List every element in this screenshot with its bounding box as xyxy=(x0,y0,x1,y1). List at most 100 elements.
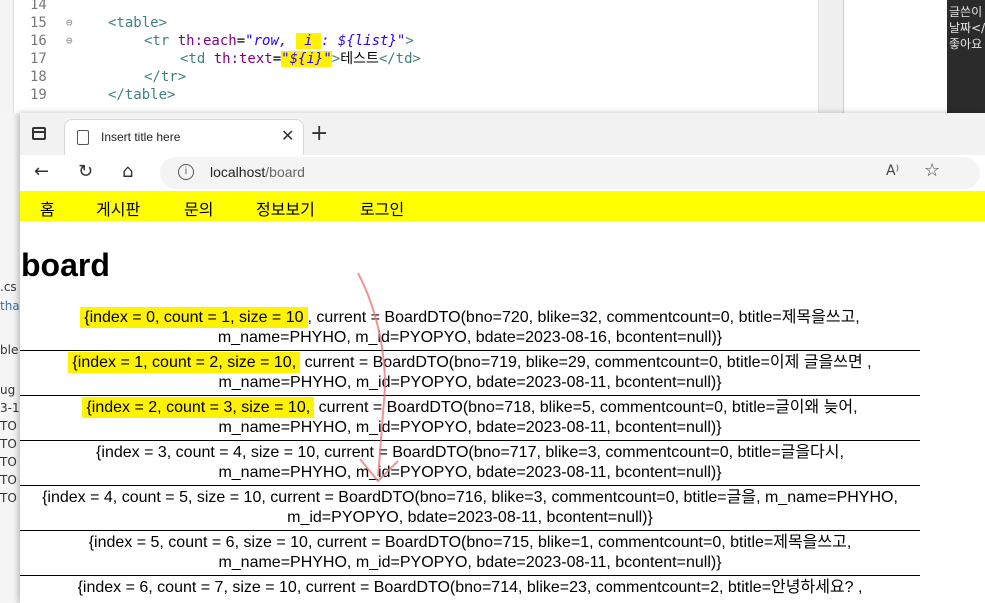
site-menu: 홈 게시판 문의 정보보기 로그인 xyxy=(20,191,985,221)
fold-icon[interactable]: ⊖ xyxy=(66,14,76,32)
list-item-text: current = BoardDTO(bno=719, blike=29, co… xyxy=(300,354,872,371)
list-item-line: m_name=PHYHO, m_id=PYOPYO, bdate=2023-08… xyxy=(218,419,722,436)
list-item: {index = 0, count = 1, size = 10, curren… xyxy=(20,306,920,351)
console-line: 좋아요 xyxy=(949,37,983,51)
close-tab-icon[interactable]: ✕ xyxy=(281,126,294,145)
console-line: 글쓴이 xyxy=(949,5,983,19)
reload-icon[interactable]: ↻ xyxy=(78,161,93,182)
explorer-fragment: ble xyxy=(0,343,19,357)
address-bar[interactable]: i localhost/board A⁾ ☆ xyxy=(160,157,980,189)
code-token: > xyxy=(405,33,414,49)
list-item-line: {index = 0, count = 1, size = 10, curren… xyxy=(20,307,920,328)
highlight-mark: {index = 0, count = 1, size = 10 xyxy=(80,307,308,328)
project-explorer-fragment: .cs tha ble ug 3-1 TO TO TO TO TO xyxy=(0,113,21,603)
workspaces-icon[interactable] xyxy=(32,127,46,140)
code-token: <td xyxy=(180,51,214,67)
code-token: = xyxy=(236,33,246,49)
board-list: {index = 0, count = 1, size = 10, curren… xyxy=(20,306,920,603)
nav-bar: ← ↻ ⌂ i localhost/board A⁾ ☆ xyxy=(20,155,985,191)
code-text: <tr th:each="row, i : ${list}"> xyxy=(144,32,414,50)
list-item: {index = 4, count = 5, size = 10, curren… xyxy=(20,486,920,531)
list-item-line: m_name=PHYHO, m_id=PYOPYO, bdate=2023-08… xyxy=(218,374,722,391)
menu-item-info[interactable]: 정보보기 xyxy=(256,196,315,220)
code-token: </table> xyxy=(108,87,176,103)
code-text: <table> xyxy=(108,14,167,32)
code-text: </tr> xyxy=(144,68,186,86)
explorer-fragment: .cs xyxy=(0,280,17,294)
list-item-text: {index = 4, count = 5, size = 10, curren… xyxy=(42,489,898,506)
list-item-text: current = BoardDTO(bno=718, blike=5, com… xyxy=(314,399,858,416)
line-number: 15 xyxy=(30,15,47,31)
editor-line: 15 ⊖ <table> xyxy=(0,14,843,32)
code-token: <table> xyxy=(108,15,168,31)
code-text: </table> xyxy=(108,86,175,104)
list-item-line: {index = 6, count = 7, size = 10, curren… xyxy=(20,578,920,598)
explorer-fragment: TO xyxy=(0,419,17,433)
code-token: th:each xyxy=(177,33,237,49)
list-item: {index = 5, count = 6, size = 10, curren… xyxy=(20,531,920,576)
url-path: /board xyxy=(265,164,305,180)
info-icon[interactable]: i xyxy=(178,164,194,180)
menu-item-login[interactable]: 로그인 xyxy=(360,196,404,220)
code-editor[interactable]: 14 15 ⊖ <table> 16 ⊖ <tr th:each="row, i : ${l… xyxy=(0,0,844,113)
explorer-fragment: TO xyxy=(0,491,17,505)
editor-scrollbar[interactable] xyxy=(818,0,843,113)
explorer-fragment: tha xyxy=(0,299,20,313)
new-tab-icon[interactable]: + xyxy=(310,121,328,146)
menu-item-inquiry[interactable]: 문의 xyxy=(184,196,213,220)
back-icon[interactable]: ← xyxy=(34,161,49,182)
highlight-mark: {index = 1, count = 2, size = 10, xyxy=(68,352,301,373)
list-item: {index = 3, count = 4, size = 10, curren… xyxy=(20,441,920,486)
list-item-text: {index = 5, count = 6, size = 10, curren… xyxy=(88,534,852,551)
home-icon[interactable]: ⌂ xyxy=(122,161,133,182)
list-item-text: {index = 6, count = 7, size = 10, curren… xyxy=(77,579,863,596)
fold-icon[interactable]: ⊖ xyxy=(66,32,76,50)
list-item: {index = 2, count = 3, size = 10, curren… xyxy=(20,396,920,441)
list-item-line: m_name=PHYHO, m_id=PYOPYO, bdate=2023-08… xyxy=(218,554,722,571)
list-item: {index = 6, count = 7, size = 10, curren… xyxy=(20,576,920,603)
page-icon xyxy=(77,130,89,145)
code-token: 테스트 xyxy=(340,51,379,67)
read-aloud-icon[interactable]: A⁾ xyxy=(886,163,899,179)
tab-active[interactable]: Insert title here ✕ xyxy=(64,119,304,155)
highlight-mark: {index = 2, count = 3, size = 10, xyxy=(82,397,315,418)
page-content: 홈 게시판 문의 정보보기 로그인 board {index = 0, coun… xyxy=(20,191,985,603)
line-number: 14 xyxy=(30,0,47,13)
code-token: </td> xyxy=(378,51,421,67)
page-title: board xyxy=(21,247,110,283)
code-token: th:text xyxy=(213,51,273,67)
list-item-line: {index = 1, count = 2, size = 10, curren… xyxy=(20,352,920,373)
code-token: > xyxy=(331,51,341,67)
editor-line: 18 </tr> xyxy=(0,68,843,86)
editor-line: 14 xyxy=(0,0,843,14)
code-token: <tr xyxy=(144,33,178,49)
code-text: <td th:text="${i}">테스트</td> xyxy=(180,50,421,68)
tab-title: Insert title here xyxy=(101,130,181,144)
list-item-line: {index = 3, count = 4, size = 10, curren… xyxy=(20,443,920,463)
line-number: 18 xyxy=(30,69,47,85)
browser-window: Insert title here ✕ + ← ↻ ⌂ i localhost/… xyxy=(20,113,985,603)
console-line: 날짜</ xyxy=(949,21,985,35)
line-number: 16 xyxy=(30,33,47,49)
code-token: i xyxy=(295,33,322,49)
menu-item-home[interactable]: 홈 xyxy=(40,196,55,220)
list-item-line: {index = 4, count = 5, size = 10, curren… xyxy=(20,488,920,508)
explorer-fragment: TO xyxy=(0,455,17,469)
code-token: : ${list}" xyxy=(321,33,406,49)
code-token: = xyxy=(272,51,282,67)
line-number: 19 xyxy=(30,87,47,103)
url-host: localhost xyxy=(210,164,266,180)
list-item-line: {index = 2, count = 3, size = 10, curren… xyxy=(20,397,920,418)
menu-item-board[interactable]: 게시판 xyxy=(96,196,140,220)
list-item-line: m_id=PYOPYO, bdate=2023-08-11, bcontent=… xyxy=(287,509,653,526)
list-item-line: m_name=PHYHO, m_id=PYOPYO, bdate=2023-08… xyxy=(218,464,722,481)
explorer-fragment: TO xyxy=(0,473,17,487)
editor-line: 19 </table> xyxy=(0,86,843,104)
code-token: </tr> xyxy=(144,69,187,85)
console-panel: 글쓴이 날짜</ 좋아요 xyxy=(947,0,985,120)
favorite-icon[interactable]: ☆ xyxy=(924,160,940,181)
explorer-fragment: 3-1 xyxy=(0,401,20,415)
list-item: {index = 1, count = 2, size = 10, curren… xyxy=(20,351,920,396)
explorer-fragment: ug xyxy=(0,383,16,397)
tab-bar: Insert title here ✕ + xyxy=(20,113,985,156)
